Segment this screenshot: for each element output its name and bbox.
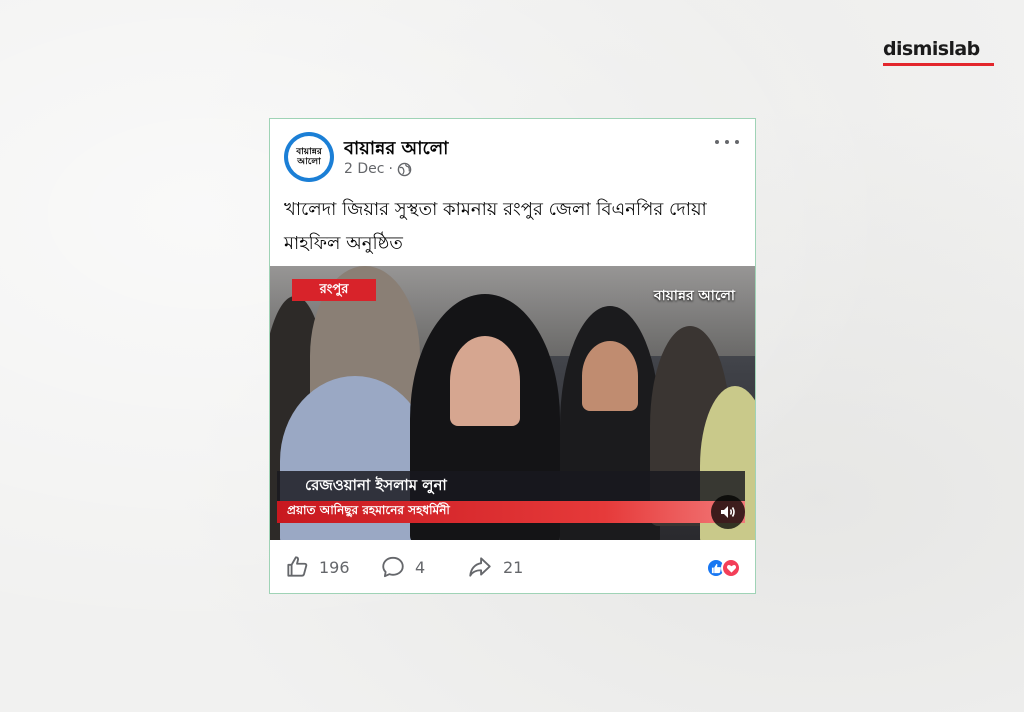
page-avatar[interactable]: বায়ান্নর আলো bbox=[284, 132, 334, 182]
speaker-name: রেজওয়ানা ইসলাম লুনা bbox=[277, 471, 745, 501]
post-date[interactable]: 2 Dec bbox=[344, 161, 384, 177]
brand-logo: dismislab bbox=[883, 38, 995, 68]
speaker-icon[interactable] bbox=[711, 495, 745, 529]
love-icon bbox=[721, 558, 741, 578]
thumbs-up-icon bbox=[287, 556, 308, 577]
comment-count: 4 bbox=[415, 557, 426, 577]
crowd-figure bbox=[450, 336, 520, 426]
speaker-glyph bbox=[721, 506, 735, 518]
like-count: 196 bbox=[319, 557, 350, 577]
globe-icon bbox=[397, 162, 412, 176]
post-video[interactable]: রংপুর বায়ান্নর আলো রেজওয়ানা ইসলাম লুনা… bbox=[270, 266, 755, 540]
channel-watermark: বায়ান্নর আলো bbox=[653, 288, 735, 304]
like-button[interactable]: 196 bbox=[284, 554, 380, 580]
comment-button[interactable]: 4 bbox=[380, 554, 466, 580]
brand-name: dismislab bbox=[883, 38, 980, 60]
avatar-text: বায়ান্নর আলো bbox=[288, 136, 330, 178]
speaker-title: প্রয়াত আনিছুর রহমানের সহধর্মিনী bbox=[277, 501, 745, 523]
post-caption: খালেদা জিয়ার সুস্থতা কামনায় রংপুর জেলা… bbox=[284, 199, 707, 254]
comment-icon bbox=[382, 556, 404, 578]
facebook-post-card: বায়ান্নর আলো বায়ান্নর আলো 2 Dec · খালে… bbox=[269, 118, 756, 594]
post-footer: 196 4 21 bbox=[270, 540, 755, 594]
crowd-figure bbox=[582, 341, 638, 411]
post-meta: 2 Dec · bbox=[344, 161, 412, 177]
meta-separator: · bbox=[388, 161, 393, 177]
share-count: 21 bbox=[503, 557, 524, 577]
brand-underline bbox=[883, 63, 994, 66]
reaction-summary[interactable] bbox=[706, 558, 741, 578]
share-icon bbox=[469, 557, 491, 577]
share-button[interactable]: 21 bbox=[466, 554, 523, 580]
location-tag: রংপুর bbox=[292, 279, 376, 301]
more-options-icon[interactable] bbox=[715, 135, 739, 149]
